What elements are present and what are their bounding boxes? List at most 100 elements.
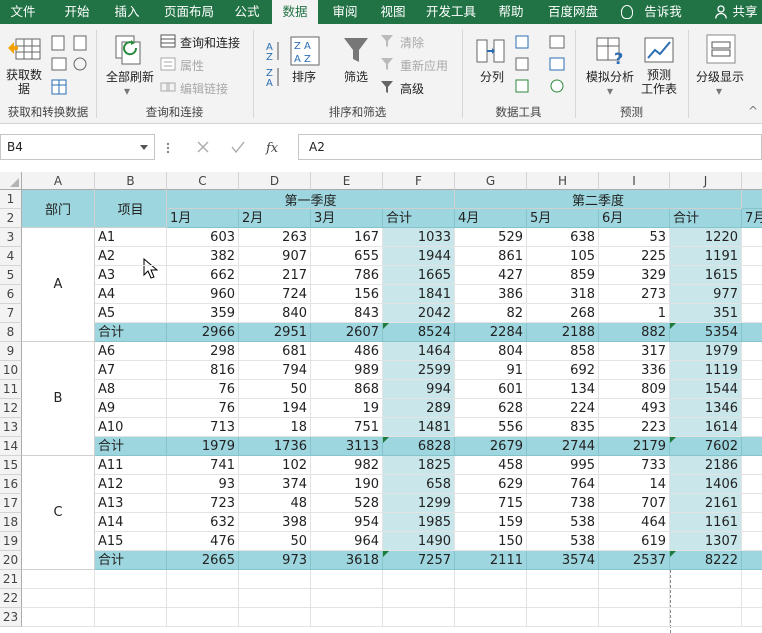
value-cell[interactable]: 458: [455, 456, 527, 475]
value-cell[interactable]: 954: [311, 513, 383, 532]
month-header[interactable]: 4月: [455, 209, 527, 228]
value-cell[interactable]: 840: [239, 304, 311, 323]
quarter-total-cell[interactable]: 1464: [383, 342, 455, 361]
column-header-h[interactable]: H: [527, 172, 599, 190]
q2-header[interactable]: 第二季度: [455, 190, 742, 209]
empty-cell[interactable]: [599, 608, 670, 627]
dept-cell-a[interactable]: A: [22, 228, 95, 342]
subtotal-cell[interactable]: 2284: [455, 323, 527, 342]
value-cell[interactable]: 14: [599, 475, 670, 494]
item-cell[interactable]: A1: [95, 228, 167, 247]
quarter-total-cell[interactable]: 1299: [383, 494, 455, 513]
refresh-all-button[interactable]: 全部刷新: [106, 68, 154, 85]
value-cell[interactable]: 486: [311, 342, 383, 361]
value-cell[interactable]: 224: [527, 399, 599, 418]
select-all-corner[interactable]: [0, 172, 22, 190]
empty-cell[interactable]: [742, 494, 762, 513]
value-cell[interactable]: 816: [167, 361, 239, 380]
value-cell[interactable]: 638: [527, 228, 599, 247]
value-cell[interactable]: 528: [311, 494, 383, 513]
quarter-total-cell[interactable]: 1161: [670, 513, 742, 532]
quarter-total-cell[interactable]: 2042: [383, 304, 455, 323]
item-cell[interactable]: A7: [95, 361, 167, 380]
column-header-b[interactable]: B: [95, 172, 167, 190]
empty-cell[interactable]: [311, 608, 383, 627]
empty-cell[interactable]: [742, 361, 762, 380]
value-cell[interactable]: 50: [239, 380, 311, 399]
empty-cell[interactable]: [742, 589, 762, 608]
quarter-total-cell[interactable]: 1615: [670, 266, 742, 285]
value-cell[interactable]: 907: [239, 247, 311, 266]
quarter-total-cell[interactable]: 1944: [383, 247, 455, 266]
value-cell[interactable]: 629: [455, 475, 527, 494]
worksheet-grid[interactable]: A B C D E F G H I J 1 2 3 4 5 6 7 8 9 10 11 12 13 14 15 16 17 18 19 2…: [0, 172, 762, 633]
value-cell[interactable]: 91: [455, 361, 527, 380]
get-data-button[interactable]: 获取数 据: [4, 68, 44, 96]
empty-cell[interactable]: [167, 608, 239, 627]
value-cell[interactable]: 964: [311, 532, 383, 551]
value-cell[interactable]: 464: [599, 513, 670, 532]
value-cell[interactable]: 374: [239, 475, 311, 494]
column-header-a[interactable]: A: [22, 172, 95, 190]
empty-cell[interactable]: [599, 570, 670, 589]
empty-cell[interactable]: [742, 456, 762, 475]
value-cell[interactable]: 655: [311, 247, 383, 266]
tab-home[interactable]: 开始: [56, 0, 98, 24]
month-header[interactable]: 6月: [599, 209, 670, 228]
value-cell[interactable]: 82: [455, 304, 527, 323]
subtotal-label[interactable]: 合计: [95, 323, 167, 342]
row-header-15[interactable]: 15: [0, 456, 22, 475]
name-box[interactable]: B4: [0, 134, 155, 160]
month-header[interactable]: 2月: [239, 209, 311, 228]
quarter-total-cell[interactable]: 1490: [383, 532, 455, 551]
value-cell[interactable]: 190: [311, 475, 383, 494]
value-cell[interactable]: 960: [167, 285, 239, 304]
empty-cell[interactable]: [167, 570, 239, 589]
value-cell[interactable]: 329: [599, 266, 670, 285]
empty-cell[interactable]: [742, 285, 762, 304]
q1-header[interactable]: 第一季度: [167, 190, 455, 209]
quarter-total-cell[interactable]: 1119: [670, 361, 742, 380]
item-cell[interactable]: A3: [95, 266, 167, 285]
value-cell[interactable]: 662: [167, 266, 239, 285]
empty-cell[interactable]: [742, 342, 762, 361]
empty-cell[interactable]: [383, 589, 455, 608]
quarter-total-cell[interactable]: 1979: [670, 342, 742, 361]
subtotal-cell[interactable]: 2179: [599, 437, 670, 456]
value-cell[interactable]: 989: [311, 361, 383, 380]
quarter-total-cell[interactable]: 977: [670, 285, 742, 304]
text-to-columns-button[interactable]: 分列: [480, 68, 504, 85]
empty-cell[interactable]: [311, 570, 383, 589]
item-cell[interactable]: A12: [95, 475, 167, 494]
value-cell[interactable]: 273: [599, 285, 670, 304]
empty-cell[interactable]: [742, 380, 762, 399]
subtotal-cell[interactable]: 2679: [455, 437, 527, 456]
item-cell[interactable]: A11: [95, 456, 167, 475]
empty-cell[interactable]: [311, 589, 383, 608]
value-cell[interactable]: 76: [167, 380, 239, 399]
quarter-total-cell[interactable]: 1825: [383, 456, 455, 475]
empty-cell[interactable]: [742, 437, 762, 456]
value-cell[interactable]: 382: [167, 247, 239, 266]
item-header[interactable]: 项目: [95, 190, 167, 228]
empty-cell[interactable]: [742, 551, 762, 570]
value-cell[interactable]: 603: [167, 228, 239, 247]
item-cell[interactable]: A13: [95, 494, 167, 513]
value-cell[interactable]: 628: [455, 399, 527, 418]
empty-cell[interactable]: [742, 475, 762, 494]
subtotal-cell[interactable]: 2951: [239, 323, 311, 342]
quarter-total-cell[interactable]: 1191: [670, 247, 742, 266]
quarter-total-cell[interactable]: 2161: [670, 494, 742, 513]
value-cell[interactable]: 359: [167, 304, 239, 323]
row-header-20[interactable]: 20: [0, 551, 22, 570]
empty-cell[interactable]: [527, 589, 599, 608]
subtotal-cell[interactable]: 2607: [311, 323, 383, 342]
value-cell[interactable]: 48: [239, 494, 311, 513]
empty-cell[interactable]: [455, 570, 527, 589]
value-cell[interactable]: 529: [455, 228, 527, 247]
empty-cell[interactable]: [95, 589, 167, 608]
row-header-2[interactable]: 2: [0, 209, 22, 228]
row-header-12[interactable]: 12: [0, 399, 22, 418]
value-cell[interactable]: 843: [311, 304, 383, 323]
subtotal-cell[interactable]: 2537: [599, 551, 670, 570]
